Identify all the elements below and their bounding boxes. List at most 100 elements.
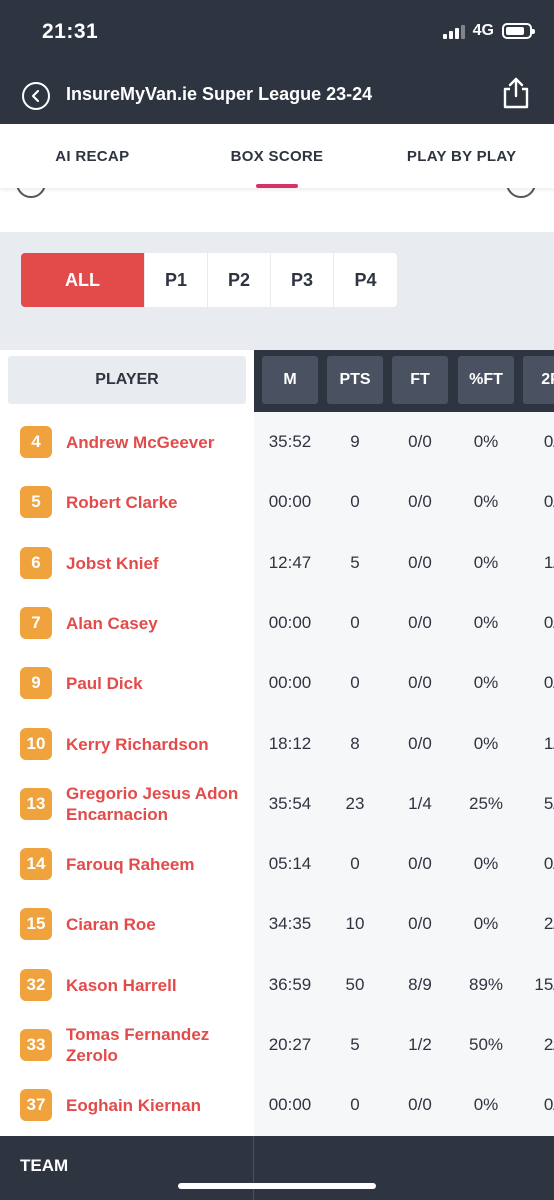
stat-cell-points: 0 [350, 492, 360, 511]
player-row[interactable]: 15 Ciaran Roe [0, 894, 254, 954]
player-name-link[interactable]: Kason Harrell [66, 975, 251, 996]
stat-cell-free-throw-pct: 0% [473, 914, 499, 933]
stat-cell-free-throw-pct: 0% [473, 734, 499, 753]
stat-cell-points: 8 [350, 734, 360, 753]
jersey-number-badge: 9 [20, 667, 52, 699]
stat-cell-free-throws: 1/2 [408, 1035, 432, 1054]
stat-cell-minutes: 18:12 [268, 734, 312, 753]
status-bar: 21:31 4G [0, 0, 554, 66]
jersey-number-badge: 33 [20, 1029, 52, 1061]
stat-cell-free-throw-pct: 50% [468, 1035, 504, 1054]
stat-cell-free-throws: 0/0 [408, 734, 432, 753]
stat-cell-two-pointers: 0/ [543, 673, 554, 692]
player-name-link[interactable]: Paul Dick [66, 673, 251, 694]
player-name-link[interactable]: Alan Casey [66, 613, 251, 634]
stat-cell-two-pointers: 0/ [543, 432, 554, 451]
back-button[interactable] [22, 82, 50, 110]
jersey-number-badge: 10 [20, 728, 52, 760]
player-column-header[interactable]: PLAYER [8, 356, 246, 404]
period-p4-button[interactable]: P4 [334, 253, 397, 307]
player-name-link[interactable]: Andrew McGeever [66, 432, 251, 453]
stat-header-free-throws[interactable]: FT [392, 356, 448, 404]
tab-ai-recap[interactable]: AI RECAP [0, 124, 185, 188]
jersey-number-badge: 13 [20, 788, 52, 820]
stat-cell-minutes: 35:52 [268, 432, 312, 451]
player-name-link[interactable]: Eoghain Kiernan [66, 1095, 251, 1116]
player-name-link[interactable]: Robert Clarke [66, 492, 251, 513]
jersey-number-badge: 7 [20, 607, 52, 639]
player-row[interactable]: 32 Kason Harrell [0, 955, 254, 1015]
player-row[interactable]: 6 Jobst Knief [0, 533, 254, 593]
team-totals-bar: TEAM [0, 1136, 554, 1200]
player-row[interactable]: 9 Paul Dick [0, 653, 254, 713]
player-row[interactable]: 7 Alan Casey [0, 593, 254, 653]
player-name-link[interactable]: Jobst Knief [66, 553, 251, 574]
player-row[interactable]: 33 Tomas Fernandez Zerolo [0, 1015, 254, 1075]
stat-cell-free-throw-pct: 0% [473, 854, 499, 873]
player-name-link[interactable]: Kerry Richardson [66, 734, 251, 755]
stat-cell-two-pointers: 2/ [543, 914, 554, 933]
stat-cell-two-pointers: 2/ [543, 1035, 554, 1054]
period-p1-button[interactable]: P1 [145, 253, 208, 307]
stats-row: 00:00 0 0/0 0% 0/ [254, 653, 554, 713]
player-row[interactable]: 4 Andrew McGeever [0, 412, 254, 472]
stat-header-minutes[interactable]: M [262, 356, 318, 404]
stat-cell-points: 0 [350, 854, 360, 873]
period-p2-button[interactable]: P2 [208, 253, 271, 307]
stat-cell-minutes: 00:00 [268, 613, 312, 632]
stat-header-two-pointers[interactable]: 2P [523, 356, 554, 404]
period-p3-button[interactable]: P3 [271, 253, 334, 307]
stat-cell-free-throws: 0/0 [408, 492, 432, 511]
tab-play-by-play[interactable]: PLAY BY PLAY [369, 124, 554, 188]
team-totals-label: TEAM [20, 1156, 69, 1175]
stat-header-free-throw-pct[interactable]: %FT [458, 356, 514, 404]
stat-cell-minutes: 12:47 [268, 553, 312, 572]
period-all-button[interactable]: ALL [21, 253, 145, 307]
player-row[interactable]: 37 Eoghain Kiernan [0, 1075, 254, 1135]
nav-bar: InsureMyVan.ie Super League 23-24 [0, 66, 554, 124]
player-name-link[interactable]: Farouq Raheem [66, 854, 251, 875]
stat-cell-two-pointers: 5/ [543, 794, 554, 813]
share-button[interactable] [500, 76, 532, 110]
stat-cell-free-throw-pct: 89% [468, 975, 504, 994]
stat-cell-two-pointers: 1/ [543, 553, 554, 572]
stat-cell-two-pointers: 1/ [543, 734, 554, 753]
stats-row: 36:59 50 8/9 89% 15/ [254, 955, 554, 1015]
stat-cell-free-throws: 8/9 [408, 975, 432, 994]
player-row[interactable]: 5 Robert Clarke [0, 472, 254, 532]
player-name-link[interactable]: Gregorio Jesus Adon Encarnacion [66, 783, 251, 825]
network-type: 4G [472, 22, 494, 39]
jersey-number-badge: 14 [20, 848, 52, 880]
stats-row: 20:27 5 1/2 50% 2/ [254, 1015, 554, 1075]
player-row[interactable]: 13 Gregorio Jesus Adon Encarnacion [0, 774, 254, 834]
stat-cell-points: 0 [350, 673, 360, 692]
stats-row: 00:00 0 0/0 0% 0/ [254, 1075, 554, 1135]
period-selector-area: ALL P1 P2 P3 P4 [0, 232, 554, 350]
stat-cell-points: 5 [350, 1035, 360, 1054]
jersey-number-badge: 32 [20, 969, 52, 1001]
home-indicator [178, 1183, 376, 1189]
tab-box-score[interactable]: BOX SCORE [185, 124, 370, 188]
signal-icon [442, 23, 465, 39]
stats-row: 35:52 9 0/0 0% 0/ [254, 412, 554, 472]
stat-cell-free-throw-pct: 0% [473, 432, 499, 451]
player-name-link[interactable]: Ciaran Roe [66, 914, 251, 935]
stats-columns[interactable]: MPTSFT%FT2P 35:52 9 0/0 0% 0/00:00 0 0/0 0% 0/12:… [254, 350, 554, 1136]
stat-cell-free-throws: 0/0 [408, 613, 432, 632]
stat-cell-free-throw-pct: 0% [473, 553, 499, 572]
stats-row: 12:47 5 0/0 0% 1/ [254, 533, 554, 593]
status-time: 21:31 [42, 20, 99, 43]
player-row[interactable]: 10 Kerry Richardson [0, 714, 254, 774]
player-name-link[interactable]: Tomas Fernandez Zerolo [66, 1024, 251, 1066]
stat-cell-points: 50 [345, 975, 365, 994]
jersey-number-badge: 15 [20, 908, 52, 940]
stat-header-points[interactable]: PTS [327, 356, 383, 404]
stat-cell-minutes: 00:00 [268, 492, 312, 511]
battery-icon [502, 23, 535, 39]
stat-cell-free-throw-pct: 0% [473, 613, 499, 632]
column-divider [253, 1136, 254, 1200]
stat-cell-minutes: 20:27 [268, 1035, 312, 1054]
stat-cell-minutes: 00:00 [268, 1095, 312, 1114]
player-row[interactable]: 14 Farouq Raheem [0, 834, 254, 894]
stat-cell-free-throw-pct: 0% [473, 673, 499, 692]
